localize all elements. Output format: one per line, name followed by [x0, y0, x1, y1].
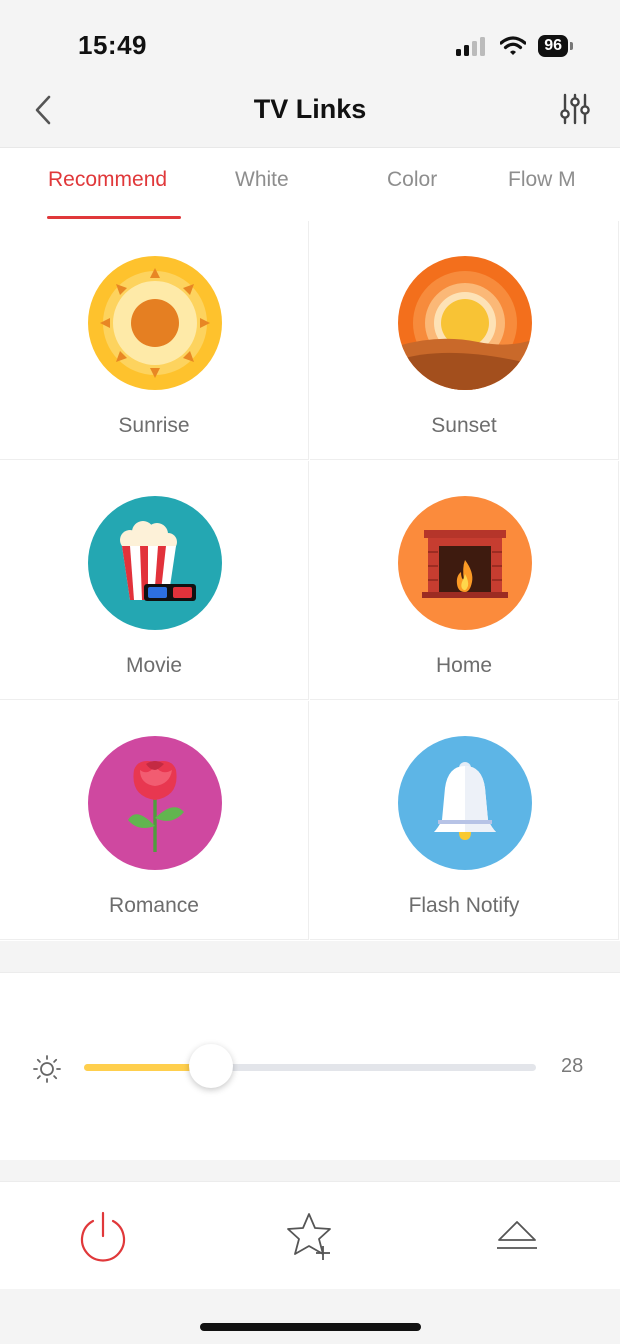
tab-recommend[interactable]: Recommend	[48, 168, 167, 192]
tab-white[interactable]: White	[235, 168, 289, 192]
brightness-panel: 28	[0, 972, 620, 1160]
cellular-signal-icon	[456, 37, 486, 56]
brightness-sun-icon	[33, 1055, 61, 1083]
active-tab-indicator	[47, 216, 181, 219]
scene-tile-home[interactable]: Home	[310, 461, 619, 700]
scene-tile-movie[interactable]: Movie	[0, 461, 309, 700]
battery-level: 96	[544, 37, 562, 54]
brightness-slider-track[interactable]	[84, 1064, 536, 1071]
scene-label: Sunset	[431, 414, 497, 437]
scene-tile-romance[interactable]: Romance	[0, 701, 309, 940]
wifi-icon	[500, 36, 527, 55]
scene-label: Sunrise	[118, 414, 190, 437]
sunset-icon	[398, 256, 532, 390]
scene-grid: Sunrise Sunset Movie Home Romance Flash …	[0, 221, 620, 941]
bell-icon	[398, 736, 532, 870]
scene-tile-sunrise[interactable]: Sunrise	[0, 221, 309, 460]
favorite-add-icon[interactable]	[283, 1210, 337, 1264]
status-time: 15:49	[78, 30, 147, 60]
status-icons: 96	[456, 34, 573, 58]
scene-label: Home	[435, 654, 493, 677]
sunrise-icon	[88, 256, 222, 390]
brightness-value: 28	[561, 1055, 584, 1077]
fireplace-icon	[398, 496, 532, 630]
power-icon[interactable]	[76, 1210, 130, 1264]
tab-color[interactable]: Color	[387, 168, 437, 192]
home-indicator	[200, 1323, 421, 1331]
page-title: TV Links	[253, 94, 367, 124]
eject-icon[interactable]	[490, 1210, 544, 1264]
status-bar: 15:49 96	[0, 0, 620, 80]
popcorn-3d-glasses-icon	[88, 496, 222, 630]
scene-tabs: Recommend White Color Flow M	[0, 147, 620, 222]
scene-tile-flash-notify[interactable]: Flash Notify	[310, 701, 619, 940]
bottom-toolbar	[0, 1181, 620, 1289]
rose-icon	[88, 736, 222, 870]
tab-flow-mode[interactable]: Flow M	[508, 168, 576, 192]
scene-label: Flash Notify	[408, 894, 520, 917]
scene-label: Movie	[125, 654, 183, 677]
settings-sliders-icon[interactable]	[558, 92, 592, 126]
brightness-slider-thumb[interactable]	[188, 1044, 233, 1088]
scene-tile-sunset[interactable]: Sunset	[310, 221, 619, 460]
battery-indicator: 96	[538, 35, 573, 57]
scene-label: Romance	[109, 894, 199, 917]
navigation-bar: TV Links	[0, 80, 620, 146]
